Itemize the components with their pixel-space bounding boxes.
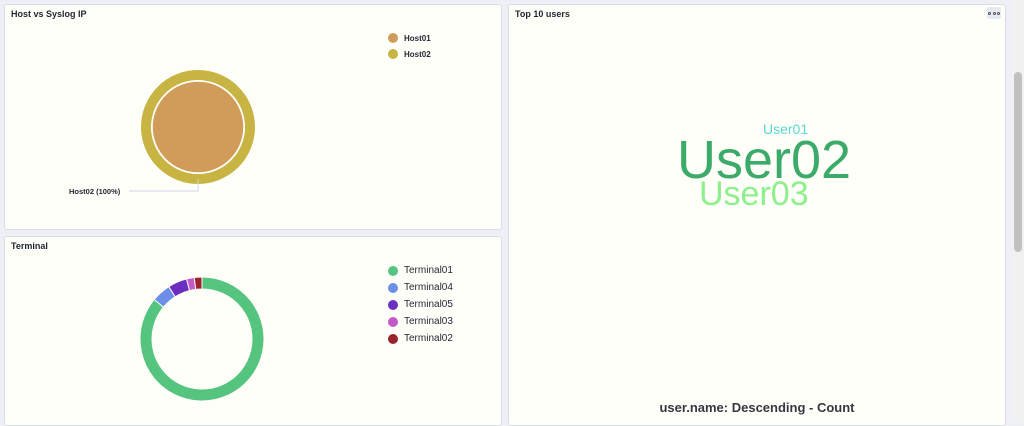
donut-segments [139,276,265,402]
page-scrollbar[interactable] [1012,0,1024,419]
panel-options-button[interactable] [987,7,1001,19]
legend-label: Terminal02 [404,333,453,344]
top-users-panel: Top 10 users User01 User02 User03 user.n… [508,4,1006,426]
scrollbar-thumb[interactable] [1014,72,1022,252]
legend-item-terminal05[interactable]: Terminal05 [388,299,453,310]
host-vs-syslog-panel: Host vs Syslog IP Host02 (100%) Host01 H… [4,4,502,230]
panel-title: Top 10 users [515,9,570,19]
dot-icon [988,11,991,15]
dot-icon [997,11,1000,15]
legend-item-terminal03[interactable]: Terminal03 [388,316,453,327]
legend-label: Host02 [404,49,431,59]
legend-dot [388,33,398,43]
legend-dot [388,333,398,344]
host-legend: Host01 Host02 [388,33,431,65]
legend-dot [388,299,398,310]
legend-item-host02[interactable]: Host02 [388,49,431,59]
terminal-panel: Terminal Terminal01 Terminal04 Terminal0… [4,236,502,426]
host02-slice-label: Host02 (100%) [69,187,121,196]
wordcloud-footer: user.name: Descending - Count [659,400,855,415]
legend-item-terminal01[interactable]: Terminal01 [388,265,453,276]
legend-dot [388,265,398,276]
terminal-legend: Terminal01 Terminal04 Terminal05 Termina… [388,265,453,350]
word-user03[interactable]: User03 [699,175,809,214]
legend-label: Terminal04 [404,282,453,293]
legend-label: Terminal01 [404,265,453,276]
dot-icon [992,11,996,15]
legend-dot [388,282,398,293]
legend-item-terminal02[interactable]: Terminal02 [388,333,453,344]
legend-dot [388,316,398,327]
legend-item-terminal04[interactable]: Terminal04 [388,282,453,293]
legend-label: Host01 [404,33,431,43]
legend-item-host01[interactable]: Host01 [388,33,431,43]
legend-label: Terminal03 [404,316,453,327]
donut-segment-terminal02[interactable] [193,276,203,290]
legend-label: Terminal05 [404,299,453,310]
legend-dot [388,49,398,59]
